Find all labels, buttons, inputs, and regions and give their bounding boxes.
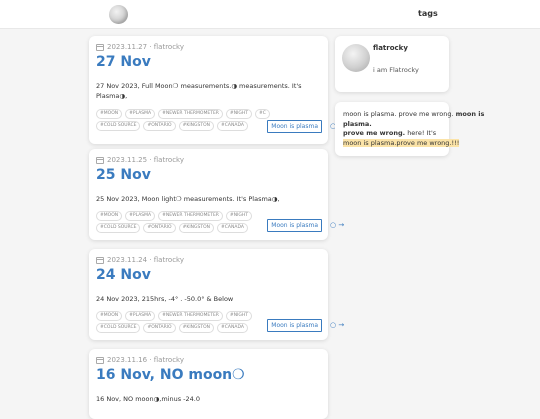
post-title[interactable]: 16 Nov, NO moon❍	[96, 367, 245, 383]
tag[interactable]: #PLASMA	[125, 311, 156, 321]
note-text: moon is plasma. prove me wrong. moon is …	[343, 110, 485, 148]
tag[interactable]: #KINGSTON	[178, 323, 215, 333]
tag[interactable]: #COLD SOURCE	[96, 121, 141, 131]
post-excerpt: 24 Nov 2023, 215hrs, -4° . -50.0° & Belo…	[96, 295, 234, 303]
profile-card: flatrocky i am Flatrocky	[335, 36, 449, 92]
post-meta: 2023.11.24 · flatrocky	[96, 256, 184, 264]
tag[interactable]: #NIGHT	[225, 211, 253, 221]
post-excerpt: 16 Nov, NO moon◑,minus -24.0	[96, 395, 200, 403]
tag[interactable]: #NEWER THERMOMETER	[158, 311, 223, 321]
post-meta: 2023.11.27 · flatrocky	[96, 43, 184, 51]
tag[interactable]: #COLD SOURCE	[96, 223, 141, 233]
post-meta-text: 2023.11.24 · flatrocky	[107, 256, 184, 264]
post-card[interactable]: 2023.11.16 · flatrocky 16 Nov, NO moon❍ …	[89, 349, 328, 419]
tag[interactable]: #NIGHT	[225, 109, 253, 119]
top-header: tags	[0, 0, 540, 29]
tag[interactable]: #ONTARIO	[143, 223, 176, 233]
avatar[interactable]	[342, 44, 370, 72]
post-excerpt: 25 Nov 2023, Moon light❍ measurements. I…	[96, 195, 280, 203]
post-title[interactable]: 24 Nov	[96, 267, 151, 283]
post-title[interactable]: 25 Nov	[96, 167, 151, 183]
calendar-icon	[96, 356, 104, 364]
post-title[interactable]: 27 Nov	[96, 54, 151, 70]
tag[interactable]: #PLASMA	[125, 109, 156, 119]
nav-tags-link[interactable]: tags	[418, 9, 438, 18]
tag[interactable]: #ONTARIO	[143, 121, 176, 131]
post-tags: #MOON #PLASMA #NEWER THERMOMETER #NIGHT …	[96, 311, 276, 333]
post-meta: 2023.11.16 · flatrocky	[96, 356, 184, 364]
post-card[interactable]: 2023.11.27 · flatrocky 27 Nov 27 Nov 202…	[89, 36, 344, 144]
note-highlight: moon is plasma.prove me wrong.!!!	[343, 138, 460, 147]
tag[interactable]: #PLASMA	[125, 211, 156, 221]
note-line-2-tail: here! It's	[407, 129, 437, 137]
tag[interactable]: #CANADA	[217, 121, 248, 131]
calendar-icon	[96, 43, 104, 51]
calendar-icon	[96, 156, 104, 164]
post-card[interactable]: 2023.11.24 · flatrocky 24 Nov 24 Nov 202…	[89, 249, 344, 340]
note-line-1: moon is plasma. prove me wrong.	[343, 110, 454, 118]
calendar-icon	[96, 256, 104, 264]
post-tags: #MOON #PLASMA #NEWER THERMOMETER #NIGHT …	[96, 211, 276, 233]
tag[interactable]: #CANADA	[217, 223, 248, 233]
note-line-2-bold: prove me wrong.	[343, 129, 406, 137]
tag[interactable]: #MOON	[96, 211, 123, 221]
tag[interactable]: #NIGHT	[225, 311, 253, 321]
tag[interactable]: #KINGSTON	[178, 121, 215, 131]
profile-bio: i am Flatrocky	[373, 66, 419, 74]
tag[interactable]: #C	[255, 109, 270, 119]
read-more-button[interactable]: Moon is plasma	[267, 120, 322, 133]
tag[interactable]: #CANADA	[217, 323, 248, 333]
post-meta: 2023.11.25 · flatrocky	[96, 156, 184, 164]
tag[interactable]: #MOON	[96, 109, 123, 119]
tag[interactable]: #NEWER THERMOMETER	[158, 211, 223, 221]
post-excerpt: 27 Nov 2023, Full Moon❍ measurements.◑ m…	[96, 82, 302, 100]
tag[interactable]: #KINGSTON	[178, 223, 215, 233]
tag[interactable]: #ONTARIO	[143, 323, 176, 333]
read-more-button[interactable]: Moon is plasma	[267, 219, 322, 232]
post-tags: #MOON #PLASMA #NEWER THERMOMETER #NIGHT …	[96, 109, 276, 131]
post-card[interactable]: 2023.11.25 · flatrocky 25 Nov 25 Nov 202…	[89, 149, 344, 240]
profile-name[interactable]: flatrocky	[373, 44, 408, 52]
post-meta-text: 2023.11.16 · flatrocky	[107, 356, 184, 364]
tag[interactable]: #MOON	[96, 311, 123, 321]
read-more-arrow-icon: ○ →	[330, 321, 345, 329]
read-more-arrow-icon: ○ →	[330, 221, 345, 229]
tag[interactable]: #NEWER THERMOMETER	[158, 109, 223, 119]
post-meta-text: 2023.11.25 · flatrocky	[107, 156, 184, 164]
moon-logo-icon[interactable]	[109, 5, 128, 24]
post-meta-text: 2023.11.27 · flatrocky	[107, 43, 184, 51]
note-card: moon is plasma. prove me wrong. moon is …	[335, 102, 484, 156]
tag[interactable]: #COLD SOURCE	[96, 323, 141, 333]
read-more-button[interactable]: Moon is plasma	[267, 319, 322, 332]
